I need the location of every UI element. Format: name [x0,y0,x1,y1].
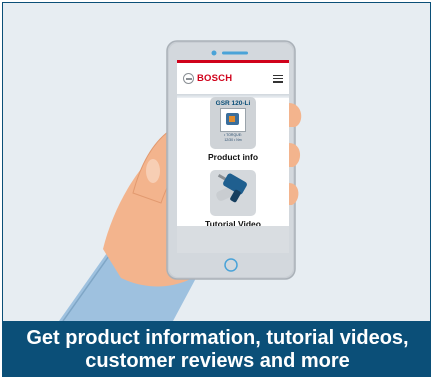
product-info-label: Product info [207,152,259,162]
phone-screen: BOSCH GSR 120-Li • TORQUE: 12/30 • Nm Pr… [177,60,289,253]
product-spec-1: • TORQUE: [223,133,243,137]
banner-line-2: customer reviews and more [85,349,350,372]
phone-speaker [222,51,248,55]
ad-frame: BOSCH GSR 120-Li • TORQUE: 12/30 • Nm Pr… [2,2,431,377]
product-thumbnail: GSR 120-Li • TORQUE: 12/30 • Nm [210,97,256,149]
product-spec-2: 12/30 • Nm [224,138,242,142]
tutorial-video-card[interactable]: Tutorial Video [177,170,289,229]
phone-camera [211,50,217,56]
product-info-card[interactable]: GSR 120-Li • TORQUE: 12/30 • Nm Product … [177,97,289,162]
product-model: GSR 120-Li [215,100,251,107]
bosch-logo[interactable]: BOSCH [183,73,232,84]
tutorial-video-thumbnail [210,170,256,216]
thumb-highlight [146,159,160,183]
drill-image-icon [220,108,246,132]
hamburger-menu-icon[interactable] [273,74,283,83]
app-header: BOSCH [177,60,289,94]
bosch-armature-icon [183,73,194,84]
banner-line-1: Get product information, tutorial videos… [26,326,409,349]
screen-bottom-bar [177,226,289,253]
promo-banner: Get product information, tutorial videos… [3,321,430,376]
brand-name: BOSCH [197,73,233,84]
